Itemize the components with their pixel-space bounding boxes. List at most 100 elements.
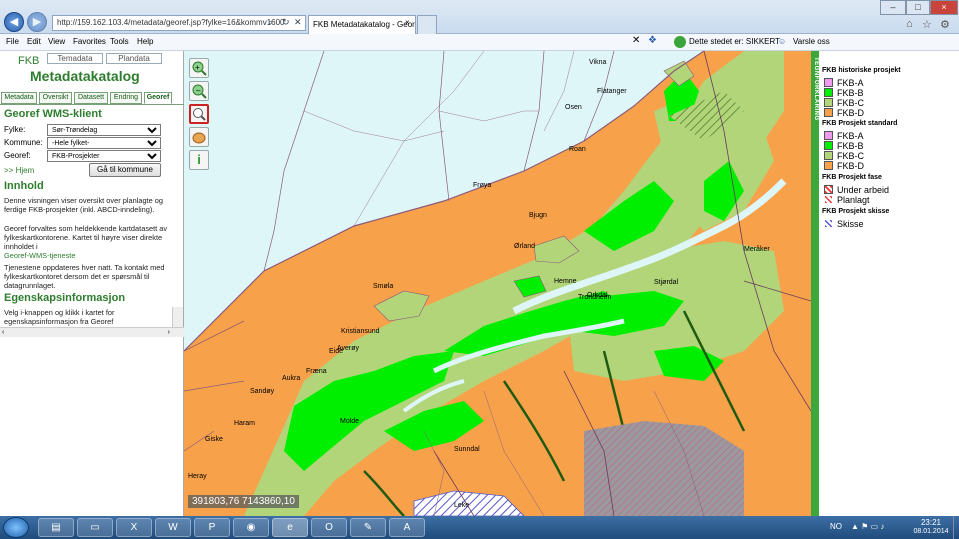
place-label: Meråker: [744, 245, 770, 253]
innhold-heading: Innhold: [4, 180, 44, 192]
place-label: Frøya: [473, 182, 491, 189]
zoom-in-icon[interactable]: +: [189, 58, 209, 78]
goto-kommune-button[interactable]: Gå til kommune: [89, 163, 161, 177]
tab-fkb-metadatakatalog[interactable]: FKB Metadatakatalog - Geor...: [308, 15, 416, 34]
georef-select[interactable]: FKB-Prosjekter: [47, 150, 161, 162]
forward-button[interactable]: ▶: [27, 12, 47, 32]
legend-section-title: FKB historiske prosjekt: [822, 67, 901, 74]
explorer-icon[interactable]: ▤: [38, 518, 74, 537]
wms-heading: Georef WMS-klient: [4, 108, 102, 120]
home-icon[interactable]: ⌂: [906, 18, 913, 30]
chrome-icon[interactable]: ◉: [233, 518, 269, 537]
tab-georef[interactable]: Georef: [144, 92, 172, 104]
svg-text:+: +: [195, 63, 200, 72]
menu-bar: File Edit View Favorites Tools Help ✕ ❖ …: [0, 34, 959, 51]
internet-explorer-icon[interactable]: e: [272, 518, 308, 537]
legend-toggle-tab[interactable]: TEGNFORKLARING: [811, 51, 819, 516]
tray-icons[interactable]: ▲ ⚑ ▭ ♪: [851, 522, 884, 531]
refresh-icon[interactable]: ↻: [282, 17, 290, 28]
place-label: Flatanger: [597, 88, 627, 95]
new-tab-button[interactable]: [417, 15, 437, 34]
place-label: Hemne: [554, 278, 577, 285]
powerpoint-icon[interactable]: P: [194, 518, 230, 537]
excel-icon[interactable]: X: [116, 518, 152, 537]
acrobat-icon[interactable]: A: [389, 518, 425, 537]
tool-icon[interactable]: ✎: [350, 518, 386, 537]
menu-favorites[interactable]: Favorites: [73, 37, 106, 46]
tab-metadata[interactable]: Metadata: [1, 92, 37, 104]
site-status-text[interactable]: Dette stedet er: SIKKERT: [689, 37, 780, 46]
kommune-select[interactable]: -Hele fylket-: [47, 137, 161, 149]
place-label: Fræna: [306, 368, 327, 375]
legend-item-fkb-a: FKB-A: [824, 78, 864, 88]
word-icon[interactable]: W: [155, 518, 191, 537]
tab-close-icon[interactable]: ×: [405, 18, 410, 27]
place-label: Bjugn: [529, 212, 547, 219]
user-icon: ☺: [778, 37, 787, 46]
zoom-box-icon[interactable]: [189, 104, 209, 124]
page-title: Metadatakatalog: [30, 68, 140, 84]
map-toolbar: + – i: [184, 51, 214, 181]
place-label: Sandøy: [250, 388, 275, 395]
place-label: Osen: [565, 104, 582, 111]
folder-icon[interactable]: ▭: [77, 518, 113, 537]
settings-gear-icon[interactable]: ⚙: [940, 18, 950, 31]
place-label: Roan: [569, 146, 586, 153]
place-label: Aukra: [282, 375, 300, 382]
clock-date[interactable]: 08.01.2014: [909, 528, 953, 535]
legend-panel: FKB historiske prosjekt FKB-A FKB-B FKB-…: [811, 51, 959, 516]
place-label: Smøla: [373, 283, 393, 290]
wot-icon[interactable]: ❖: [648, 35, 657, 46]
tab-label: FKB Metadatakatalog - Geor...: [313, 20, 416, 29]
egenskap-heading: Egenskapsinformasjon: [4, 292, 126, 304]
start-button[interactable]: [3, 517, 29, 538]
fylke-label: Fylke:: [4, 125, 26, 134]
warn-link[interactable]: Varsle oss: [793, 37, 830, 46]
legend-section-title: FKB Prosjekt skisse: [822, 208, 890, 215]
legend-item-fkb-b: FKB-B: [824, 88, 864, 98]
pan-hand-icon[interactable]: [189, 127, 209, 147]
close-page-icon[interactable]: ✕: [294, 17, 302, 28]
kommune-label: Kommune:: [4, 138, 43, 147]
tab-plandata[interactable]: Plandata: [106, 53, 162, 64]
menu-edit[interactable]: Edit: [27, 37, 41, 46]
close-bar-icon[interactable]: ✕: [632, 35, 640, 46]
browser-title-bar: ◀ ▶ http://159.162.103.4/metadata/georef…: [0, 0, 959, 34]
search-icon[interactable]: ⌕: [268, 17, 273, 28]
innhold-text-1: Denne visningen viser oversikt over plan…: [4, 196, 163, 214]
tab-datasett[interactable]: Datasett: [74, 92, 108, 104]
menu-help[interactable]: Help: [137, 37, 153, 46]
place-label: Trondheim: [578, 294, 611, 301]
home-link[interactable]: >> Hjem: [4, 166, 34, 175]
menu-view[interactable]: View: [48, 37, 65, 46]
fkb-logo: FKB: [18, 55, 40, 67]
show-desktop-button[interactable]: [953, 516, 959, 539]
clock-time[interactable]: 23:21: [916, 518, 946, 527]
minimize-button[interactable]: –: [880, 0, 906, 15]
legend-item-fkb-d: FKB-D: [824, 161, 864, 171]
favorites-star-icon[interactable]: ☆: [922, 18, 932, 31]
scrollbar-vertical[interactable]: [172, 307, 183, 327]
tab-temadata[interactable]: Temadata: [47, 53, 103, 64]
info-icon[interactable]: i: [189, 150, 209, 170]
fylke-select[interactable]: Sør-Trøndelag: [47, 124, 161, 136]
outlook-icon[interactable]: O: [311, 518, 347, 537]
georef-wms-link[interactable]: Georef-WMS-tjeneste: [4, 251, 180, 260]
zoom-out-icon[interactable]: –: [189, 81, 209, 101]
map-view[interactable]: Vikna Flatanger Osen Roan Frøya Bjugn Ør…: [184, 51, 811, 516]
maximize-button[interactable]: □: [906, 0, 930, 15]
georef-label: Georef:: [4, 151, 31, 160]
close-window-button[interactable]: ×: [930, 0, 958, 15]
menu-tools[interactable]: Tools: [110, 37, 129, 46]
tab-oversikt[interactable]: Oversikt: [39, 92, 72, 104]
scrollbar-horizontal[interactable]: ‹ ›: [0, 327, 184, 337]
language-indicator[interactable]: NO: [830, 522, 842, 531]
tab-endring[interactable]: Endring: [110, 92, 142, 104]
legend-item-planlagt: Planlagt: [824, 195, 870, 205]
legend-item-fkb-d: FKB-D: [824, 108, 864, 118]
innhold-text-2: Georef forvaltes som heldekkende kartdat…: [4, 224, 168, 251]
menu-file[interactable]: File: [6, 37, 19, 46]
place-label: Vikna: [589, 59, 606, 66]
map-canvas[interactable]: Vikna Flatanger Osen Roan Frøya Bjugn Ør…: [184, 51, 811, 516]
back-button[interactable]: ◀: [4, 12, 24, 32]
